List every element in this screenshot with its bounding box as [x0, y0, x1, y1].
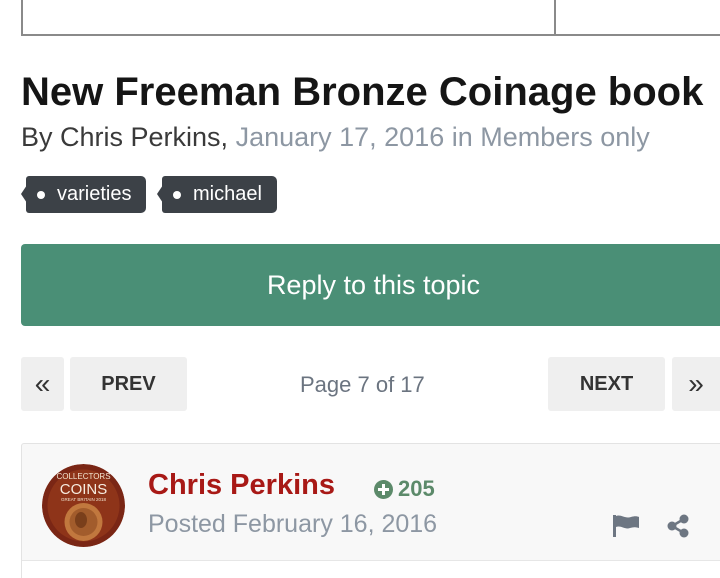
double-chevron-right-icon: » — [688, 368, 704, 399]
tag-dot-icon — [173, 191, 181, 199]
byline-date-forum[interactable]: January 17, 2016 in Members only — [236, 122, 650, 152]
avatar-text-coins: COINS — [60, 481, 108, 498]
avatar-text-subtitle: GREAT BRITAIN 2018 — [61, 497, 107, 502]
share-icon[interactable] — [666, 514, 690, 543]
prev-page-button[interactable]: PREV — [70, 357, 187, 411]
byline-author[interactable]: By Chris Perkins, — [21, 122, 228, 152]
tag-michael[interactable]: michael — [157, 176, 277, 213]
page-indicator[interactable]: Page 7 of 17 — [300, 372, 425, 398]
double-chevron-left-icon: « — [34, 368, 51, 399]
last-page-button[interactable]: » — [672, 357, 720, 411]
topic-title: New Freeman Bronze Coinage book — [21, 70, 704, 114]
tag-varieties[interactable]: varieties — [20, 176, 147, 213]
previous-content-box — [21, 0, 720, 36]
plus-circle-icon — [374, 480, 393, 499]
author-avatar[interactable]: COLLECTORS COINS GREAT BRITAIN 2018 — [42, 464, 125, 547]
topic-byline: By Chris Perkins, January 17, 2016 in Me… — [21, 121, 650, 153]
post-date[interactable]: Posted February 16, 2016 — [148, 510, 437, 539]
post-body — [22, 560, 720, 578]
first-page-button[interactable]: « — [21, 357, 64, 411]
avatar-image: COLLECTORS COINS GREAT BRITAIN 2018 — [42, 464, 125, 547]
box-divider — [554, 0, 556, 36]
reputation-badge[interactable]: 205 — [374, 476, 435, 502]
reply-to-topic-button[interactable]: Reply to this topic — [21, 244, 720, 326]
post-card: COLLECTORS COINS GREAT BRITAIN 2018 Chri… — [21, 443, 720, 578]
post-author-name[interactable]: Chris Perkins — [148, 469, 335, 502]
tag-label: michael — [193, 183, 262, 205]
reputation-count: 205 — [398, 476, 435, 501]
tag-dot-icon — [37, 191, 45, 199]
tag-label: varieties — [57, 183, 132, 205]
next-page-button[interactable]: NEXT — [548, 357, 665, 411]
flag-icon[interactable] — [613, 515, 640, 542]
avatar-text-collectors: COLLECTORS — [56, 472, 110, 481]
